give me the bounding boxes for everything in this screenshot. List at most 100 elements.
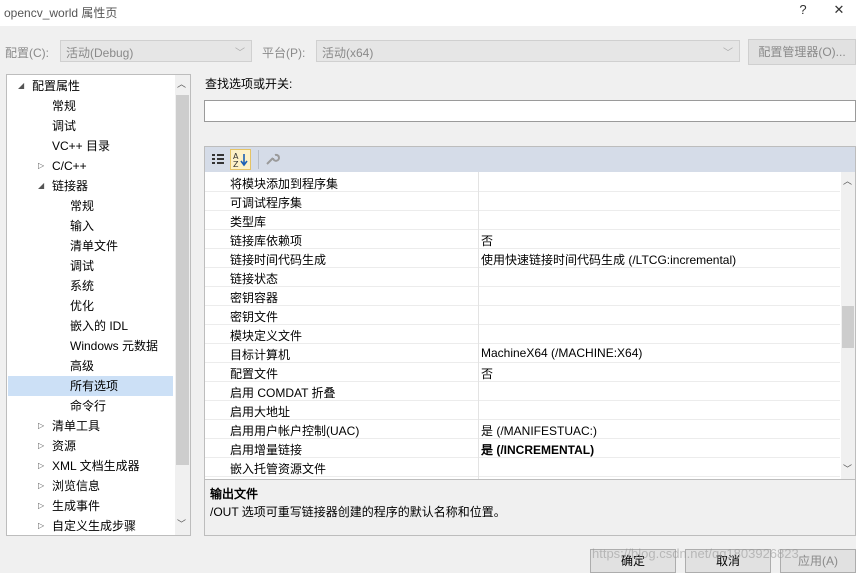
tree-item-label: 资源: [52, 439, 77, 453]
tree-item[interactable]: ▷ 自定义生成步骤: [8, 516, 173, 535]
tree-item[interactable]: ◢ 配置属性: [8, 76, 173, 96]
platform-label: 平台(P):: [262, 46, 306, 60]
tree-item[interactable]: 常规: [8, 196, 173, 216]
scroll-down-icon[interactable]: ﹀: [177, 517, 186, 530]
tree-item[interactable]: ▷ 浏览信息: [8, 476, 173, 496]
tree-item[interactable]: 清单文件: [8, 236, 173, 256]
tree-item-label: 生成事件: [52, 499, 101, 513]
alphabetical-icon[interactable]: AZ: [230, 149, 251, 170]
tree-item[interactable]: 输入: [8, 216, 173, 236]
property-row[interactable]: 密钥容器: [205, 287, 840, 306]
expanded-arrow-icon[interactable]: ◢: [38, 176, 44, 196]
categorized-icon[interactable]: [208, 150, 227, 169]
tree-item-label: 清单文件: [70, 239, 119, 253]
tree-item[interactable]: 优化: [8, 296, 173, 316]
property-row[interactable]: 模块定义文件: [205, 325, 840, 344]
property-row[interactable]: 目标计算机 MachineX64 (/MACHINE:X64): [205, 344, 840, 363]
tree-item-label: 浏览信息: [52, 479, 101, 493]
help-button[interactable]: ?: [786, 0, 820, 22]
scroll-up-icon[interactable]: ︿: [843, 174, 852, 187]
window-title: opencv_world 属性页: [4, 6, 118, 20]
property-name: 将模块添加到程序集: [230, 177, 339, 191]
property-row[interactable]: 链接库依赖项 否: [205, 230, 840, 249]
toolbar-divider: [258, 150, 259, 169]
tree-item[interactable]: ▷ 资源: [8, 436, 173, 456]
tree-item[interactable]: 系统: [8, 276, 173, 296]
description-text: /OUT 选项可重写链接器创建的程序的默认名称和位置。: [210, 505, 506, 519]
tree-item[interactable]: 所有选项: [8, 376, 173, 396]
property-tree[interactable]: ◢ 配置属性 常规 调试 VC++ 目录 ▷ C/C++ ◢ 链接器 常规 输入 清单文件 调试 系统 优化…: [6, 74, 191, 536]
config-manager-button[interactable]: 配置管理器(O)...: [748, 39, 856, 65]
property-value[interactable]: 使用快速链接时间代码生成 (/LTCG:incremental): [481, 251, 736, 268]
property-name: 启用增量链接: [230, 443, 303, 457]
collapsed-arrow-icon[interactable]: ▷: [38, 496, 44, 516]
property-value[interactable]: 否: [481, 365, 493, 382]
property-name: 链接时间代码生成: [230, 253, 327, 267]
expanded-arrow-icon[interactable]: ◢: [18, 76, 24, 96]
tree-item-label: 自定义生成步骤: [52, 519, 137, 533]
property-name: 密钥容器: [230, 291, 279, 305]
property-value[interactable]: MachineX64 (/MACHINE:X64): [481, 346, 642, 360]
property-row[interactable]: 可调试程序集: [205, 192, 840, 211]
collapsed-arrow-icon[interactable]: ▷: [38, 516, 44, 535]
property-value[interactable]: 是 (/INCREMENTAL): [481, 441, 594, 458]
collapsed-arrow-icon[interactable]: ▷: [38, 476, 44, 496]
description-title: 输出文件: [210, 487, 259, 501]
property-row[interactable]: 启用用户帐户控制(UAC) 是 (/MANIFESTUAC:): [205, 420, 840, 439]
config-combo[interactable]: 活动(Debug) ﹀: [60, 40, 252, 62]
collapsed-arrow-icon[interactable]: ▷: [38, 456, 44, 476]
tree-item-label: 系统: [70, 279, 95, 293]
tree-item[interactable]: Windows 元数据: [8, 336, 173, 356]
column-separator[interactable]: [478, 172, 479, 479]
tree-item-label: 优化: [70, 299, 95, 313]
tree-item-label: 清单工具: [52, 419, 101, 433]
property-value[interactable]: 是 (/MANIFESTUAC:): [481, 422, 597, 439]
property-row[interactable]: 密钥文件: [205, 306, 840, 325]
config-label: 配置(C):: [5, 46, 49, 60]
property-name: 链接状态: [230, 272, 279, 286]
tree-item-label: 链接器: [52, 179, 89, 193]
property-row[interactable]: 链接状态: [205, 268, 840, 287]
tree-item[interactable]: 常规: [8, 96, 173, 116]
collapsed-arrow-icon[interactable]: ▷: [38, 436, 44, 456]
grid-scrollbar[interactable]: ︿ ﹀: [841, 172, 855, 479]
tree-item[interactable]: 调试: [8, 256, 173, 276]
property-row[interactable]: 将模块添加到程序集: [205, 173, 840, 192]
property-row[interactable]: 启用增量链接 是 (/INCREMENTAL): [205, 439, 840, 458]
collapsed-arrow-icon[interactable]: ▷: [38, 156, 44, 176]
tree-item[interactable]: 命令行: [8, 396, 173, 416]
scroll-down-icon[interactable]: ﹀: [843, 462, 852, 475]
tree-item[interactable]: ◢ 链接器: [8, 176, 173, 196]
property-row[interactable]: 启用大地址: [205, 401, 840, 420]
tree-item[interactable]: ▷ 清单工具: [8, 416, 173, 436]
config-value: 活动(Debug): [66, 46, 134, 60]
collapsed-arrow-icon[interactable]: ▷: [38, 416, 44, 436]
property-name: 嵌入托管资源文件: [230, 462, 327, 476]
tree-item[interactable]: 高级: [8, 356, 173, 376]
tree-item[interactable]: VC++ 目录: [8, 136, 173, 156]
tree-item-label: 配置属性: [32, 79, 81, 93]
property-row[interactable]: 嵌入托管资源文件: [205, 458, 840, 477]
search-input[interactable]: [204, 100, 856, 122]
scroll-up-icon[interactable]: ︿: [177, 77, 186, 90]
property-grid: AZ 将模块添加到程序集 可调试程序集 类型库 链接库依赖项否链接时间代码生成 使用快速…: [204, 146, 856, 480]
close-button[interactable]: ✕: [822, 0, 856, 22]
grid-scroll-thumb[interactable]: [842, 306, 854, 348]
tree-item-label: 调试: [70, 259, 95, 273]
property-row[interactable]: 配置文件 否: [205, 363, 840, 382]
tree-item[interactable]: 嵌入的 IDL: [8, 316, 173, 336]
tree-scrollbar[interactable]: ︿ ﹀: [175, 75, 190, 535]
watermark: https://blog.csdn.net/qq1803926823: [592, 546, 799, 561]
tree-item[interactable]: 调试: [8, 116, 173, 136]
tree-item[interactable]: ▷ 生成事件: [8, 496, 173, 516]
tree-scroll-thumb[interactable]: [176, 95, 189, 465]
property-row[interactable]: 启用 COMDAT 折叠: [205, 382, 840, 401]
property-value[interactable]: 否: [481, 232, 493, 249]
platform-combo[interactable]: 活动(x64) ﹀: [316, 40, 740, 62]
tree-item[interactable]: ▷ XML 文档生成器: [8, 456, 173, 476]
property-row[interactable]: 类型库: [205, 211, 840, 230]
property-row[interactable]: 链接时间代码生成 使用快速链接时间代码生成 (/LTCG:incremental): [205, 249, 840, 268]
tree-item[interactable]: ▷ C/C++: [8, 156, 173, 176]
tree-item-label: XML 文档生成器: [52, 459, 140, 473]
tree-item-label: 高级: [70, 359, 95, 373]
